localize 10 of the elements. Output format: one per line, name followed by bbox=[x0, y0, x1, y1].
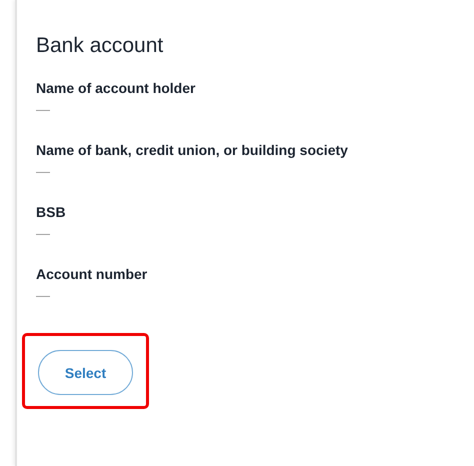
field-label: Name of account holder bbox=[36, 80, 196, 96]
field-value: — bbox=[36, 101, 51, 117]
field-value: — bbox=[36, 225, 51, 241]
field-label: BSB bbox=[36, 204, 66, 220]
field-value: — bbox=[36, 287, 51, 303]
section-title: Bank account bbox=[36, 34, 164, 58]
field-label: Name of bank, credit union, or building society bbox=[36, 142, 348, 158]
select-button[interactable]: Select bbox=[38, 350, 133, 395]
field-label: Account number bbox=[36, 266, 148, 282]
field-value: — bbox=[36, 163, 51, 179]
